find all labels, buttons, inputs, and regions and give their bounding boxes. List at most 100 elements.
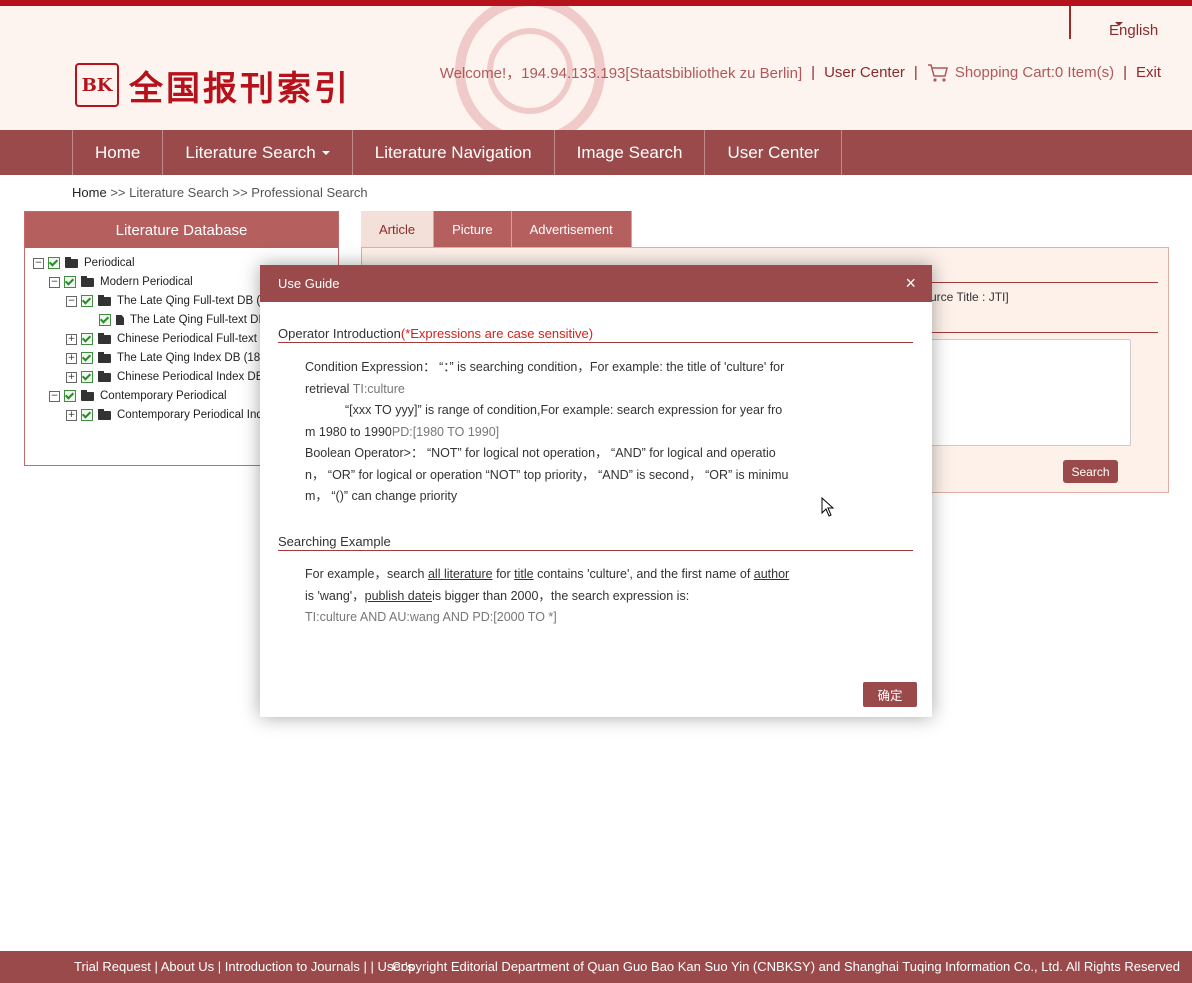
dialog-header: Use Guide × [260,265,932,302]
separator: | [913,64,918,81]
example-section-title: Searching Example [278,534,913,551]
checkbox-checked-icon[interactable] [48,257,60,269]
checkbox-checked-icon[interactable] [81,333,93,345]
confirm-button[interactable]: 确定 [863,682,917,707]
close-icon[interactable]: × [905,274,916,292]
panel-title: Literature Database [25,212,338,248]
tree-item-label: Periodical [84,257,135,269]
range-example: PD:[1980 TO 1990] [391,424,500,439]
case-sensitive-note: (*Expressions are case sensitive) [400,326,594,341]
breadcrumb-search[interactable]: Literature Search [129,185,229,200]
folder-open-icon [81,275,94,287]
folder-open-icon [81,389,94,401]
use-guide-dialog: Use Guide × Operator Introduction(*Expre… [260,265,932,717]
tree-item-label: Contemporary Periodical Inde [117,409,270,421]
folder-open-icon [65,256,78,268]
checkbox-checked-icon[interactable] [81,352,93,364]
tree-item-label: Contemporary Periodical [100,390,227,402]
chevron-down-icon [1115,22,1123,26]
checkbox-checked-icon[interactable] [99,314,111,326]
footer-copyright: Copyright Editorial Department of Quan G… [391,959,1180,974]
site-logo[interactable]: BK 全国报刊索引 [75,60,351,110]
example-part: is 'wang'， [305,588,365,603]
example-text: For example，search all literature for ti… [305,564,790,629]
expand-icon[interactable]: + [66,409,77,421]
collapse-icon[interactable]: − [49,390,60,402]
tab-article[interactable]: Article [361,211,435,247]
user-center-link[interactable]: User Center [824,64,905,81]
tree-item[interactable]: + Contemporary Periodical Inde [66,406,269,424]
tree-item-label: Chinese Periodical Full-text DB [117,333,277,345]
breadcrumb-home[interactable]: Home [72,185,107,200]
chevron-down-icon [321,150,330,155]
logo-text: 全国报刊索引 [129,68,351,109]
field-hint: urce Title : JTI] [930,290,1009,304]
tab-advertisement[interactable]: Advertisement [511,211,632,247]
breadcrumb-separator: >> [232,185,248,200]
nav-literature-search-label: Literature Search [185,142,316,162]
example-expression: TI:culture AND AU:wang AND PD:[2000 TO *… [305,610,557,624]
divider [930,332,1158,333]
collapse-icon[interactable]: − [66,295,77,307]
divider [930,282,1158,283]
tree-item-label: Chinese Periodical Index DB (1 [117,371,277,383]
checkbox-checked-icon[interactable] [81,371,93,383]
exit-link[interactable]: Exit [1136,64,1161,81]
search-expression-input[interactable] [929,339,1131,446]
nav-literature-navigation[interactable]: Literature Navigation [353,130,555,175]
tab-picture[interactable]: Picture [434,211,512,247]
search-button[interactable]: Search [1063,460,1118,483]
tree-item[interactable]: The Late Qing Full-text DB [99,311,266,329]
tree-item-label: Modern Periodical [100,276,193,288]
tree-item[interactable]: − Modern Periodical [49,273,193,291]
folder-icon [98,370,111,382]
nav-image-search[interactable]: Image Search [555,130,706,175]
expand-icon[interactable]: + [66,352,77,364]
tree-item[interactable]: − Periodical [33,254,135,272]
folder-icon [98,351,111,363]
expand-icon[interactable]: + [66,371,77,383]
checkbox-checked-icon[interactable] [81,409,93,421]
collapse-icon[interactable]: − [49,276,60,288]
operator-section-title: Operator Introduction(*Expressions are c… [278,326,913,343]
welcome-text: Welcome!，194.94.133.193[Staatsbibliothek… [439,65,803,82]
document-icon [116,315,124,325]
tree-item-label: The Late Qing Full-text DB [130,314,267,326]
folder-icon [98,408,111,420]
dialog-title: Use Guide [278,276,340,291]
checkbox-checked-icon[interactable] [81,295,93,307]
footer-links[interactable]: Trial Request | About Us | Introduction … [74,959,414,974]
tree-item[interactable]: + The Late Qing Index DB (1833- [66,349,277,367]
shopping-cart-icon[interactable] [927,63,949,83]
example-author-field: author [753,567,790,581]
tree-item[interactable]: + Chinese Periodical Index DB (1 [66,368,277,386]
nav-user-center[interactable]: User Center [705,130,843,175]
language-selector[interactable]: English [1069,6,1192,39]
mouse-cursor-icon [821,497,835,517]
collapse-icon[interactable]: − [33,257,44,269]
tree-item-label: The Late Qing Index DB (1833- [117,352,277,364]
tree-item[interactable]: + Chinese Periodical Full-text DB [66,330,276,348]
example-part: is bigger than 2000，the search expressio… [432,588,690,603]
tree-item[interactable]: − The Late Qing Full-text DB (183 [66,292,279,310]
breadcrumb-current: Professional Search [251,185,368,200]
boolean-operator-text: Boolean Operator>： “NOT” for logical not… [305,446,789,503]
example-title-field: title [514,567,534,581]
search-type-tabs: Article Picture Advertisement [361,211,632,247]
breadcrumb: Home >> Literature Search >> Professiona… [72,185,368,200]
tree-item[interactable]: − Contemporary Periodical [49,387,227,405]
shopping-cart-link[interactable]: Shopping Cart:0 Item(s) [955,64,1114,81]
nav-literature-search[interactable]: Literature Search [163,130,353,175]
nav-home[interactable]: Home [73,130,164,175]
folder-icon [98,332,111,344]
example-publish-date-field: publish date [364,588,433,603]
logo-mark: BK [75,63,119,107]
example-part: contains 'culture', and the first name o… [533,567,754,581]
expand-icon[interactable]: + [66,333,77,345]
tree-item-label: The Late Qing Full-text DB (183 [117,295,280,307]
example-part: for [492,567,515,581]
range-description: “[xxx TO yyy]” is range of condition,For… [305,403,783,439]
checkbox-checked-icon[interactable] [64,276,76,288]
site-header: BK 全国报刊索引 English Welcome!，194.94.133.19… [0,6,1192,130]
checkbox-checked-icon[interactable] [64,390,76,402]
